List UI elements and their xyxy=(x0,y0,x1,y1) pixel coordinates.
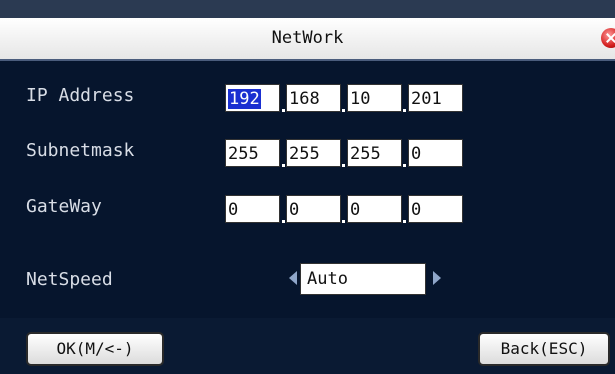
dot-separator xyxy=(282,164,285,167)
top-strip xyxy=(0,0,615,19)
ip-octet-2-field[interactable]: 168 xyxy=(286,84,341,112)
subnet-octet-1-field[interactable]: 255 xyxy=(225,139,280,167)
ip-octet-3-field[interactable]: 10 xyxy=(347,84,402,112)
ip-octet-1-value: 192 xyxy=(228,89,261,109)
subnet-octet-2-field[interactable]: 255 xyxy=(286,139,341,167)
dot-separator xyxy=(342,164,345,167)
subnet-octet-4-field[interactable]: 0 xyxy=(408,139,463,167)
network-screen: NetWork IP Address 192 168 10 201 Subnet… xyxy=(0,0,615,374)
ip-address-label: IP Address xyxy=(26,85,135,106)
gateway-label: GateWay xyxy=(26,196,102,217)
dot-separator xyxy=(403,220,406,223)
subnet-octet-3-field[interactable]: 255 xyxy=(347,139,402,167)
arrow-right-icon[interactable] xyxy=(433,271,441,285)
page-title: NetWork xyxy=(271,28,344,48)
ip-octet-1-field[interactable]: 192 xyxy=(225,84,280,112)
dot-separator xyxy=(403,164,406,167)
gateway-octet-3-field[interactable]: 0 xyxy=(347,195,402,223)
back-button[interactable]: Back(ESC) xyxy=(478,332,610,366)
gateway-octet-1-field[interactable]: 0 xyxy=(225,195,280,223)
ip-octet-4-field[interactable]: 201 xyxy=(408,84,463,112)
dot-separator xyxy=(282,109,285,112)
arrow-left-icon[interactable] xyxy=(289,271,297,285)
dot-separator xyxy=(342,109,345,112)
dot-separator xyxy=(342,220,345,223)
subnetmask-label: Subnetmask xyxy=(26,140,135,161)
gateway-octet-4-field[interactable]: 0 xyxy=(408,195,463,223)
title-bar: NetWork xyxy=(0,18,615,61)
netspeed-label: NetSpeed xyxy=(26,269,113,290)
dot-separator xyxy=(403,109,406,112)
netspeed-select[interactable]: Auto xyxy=(300,263,426,295)
ok-button[interactable]: OK(M/<-) xyxy=(26,332,164,366)
gateway-octet-2-field[interactable]: 0 xyxy=(286,195,341,223)
close-icon[interactable] xyxy=(601,28,615,48)
dot-separator xyxy=(282,220,285,223)
